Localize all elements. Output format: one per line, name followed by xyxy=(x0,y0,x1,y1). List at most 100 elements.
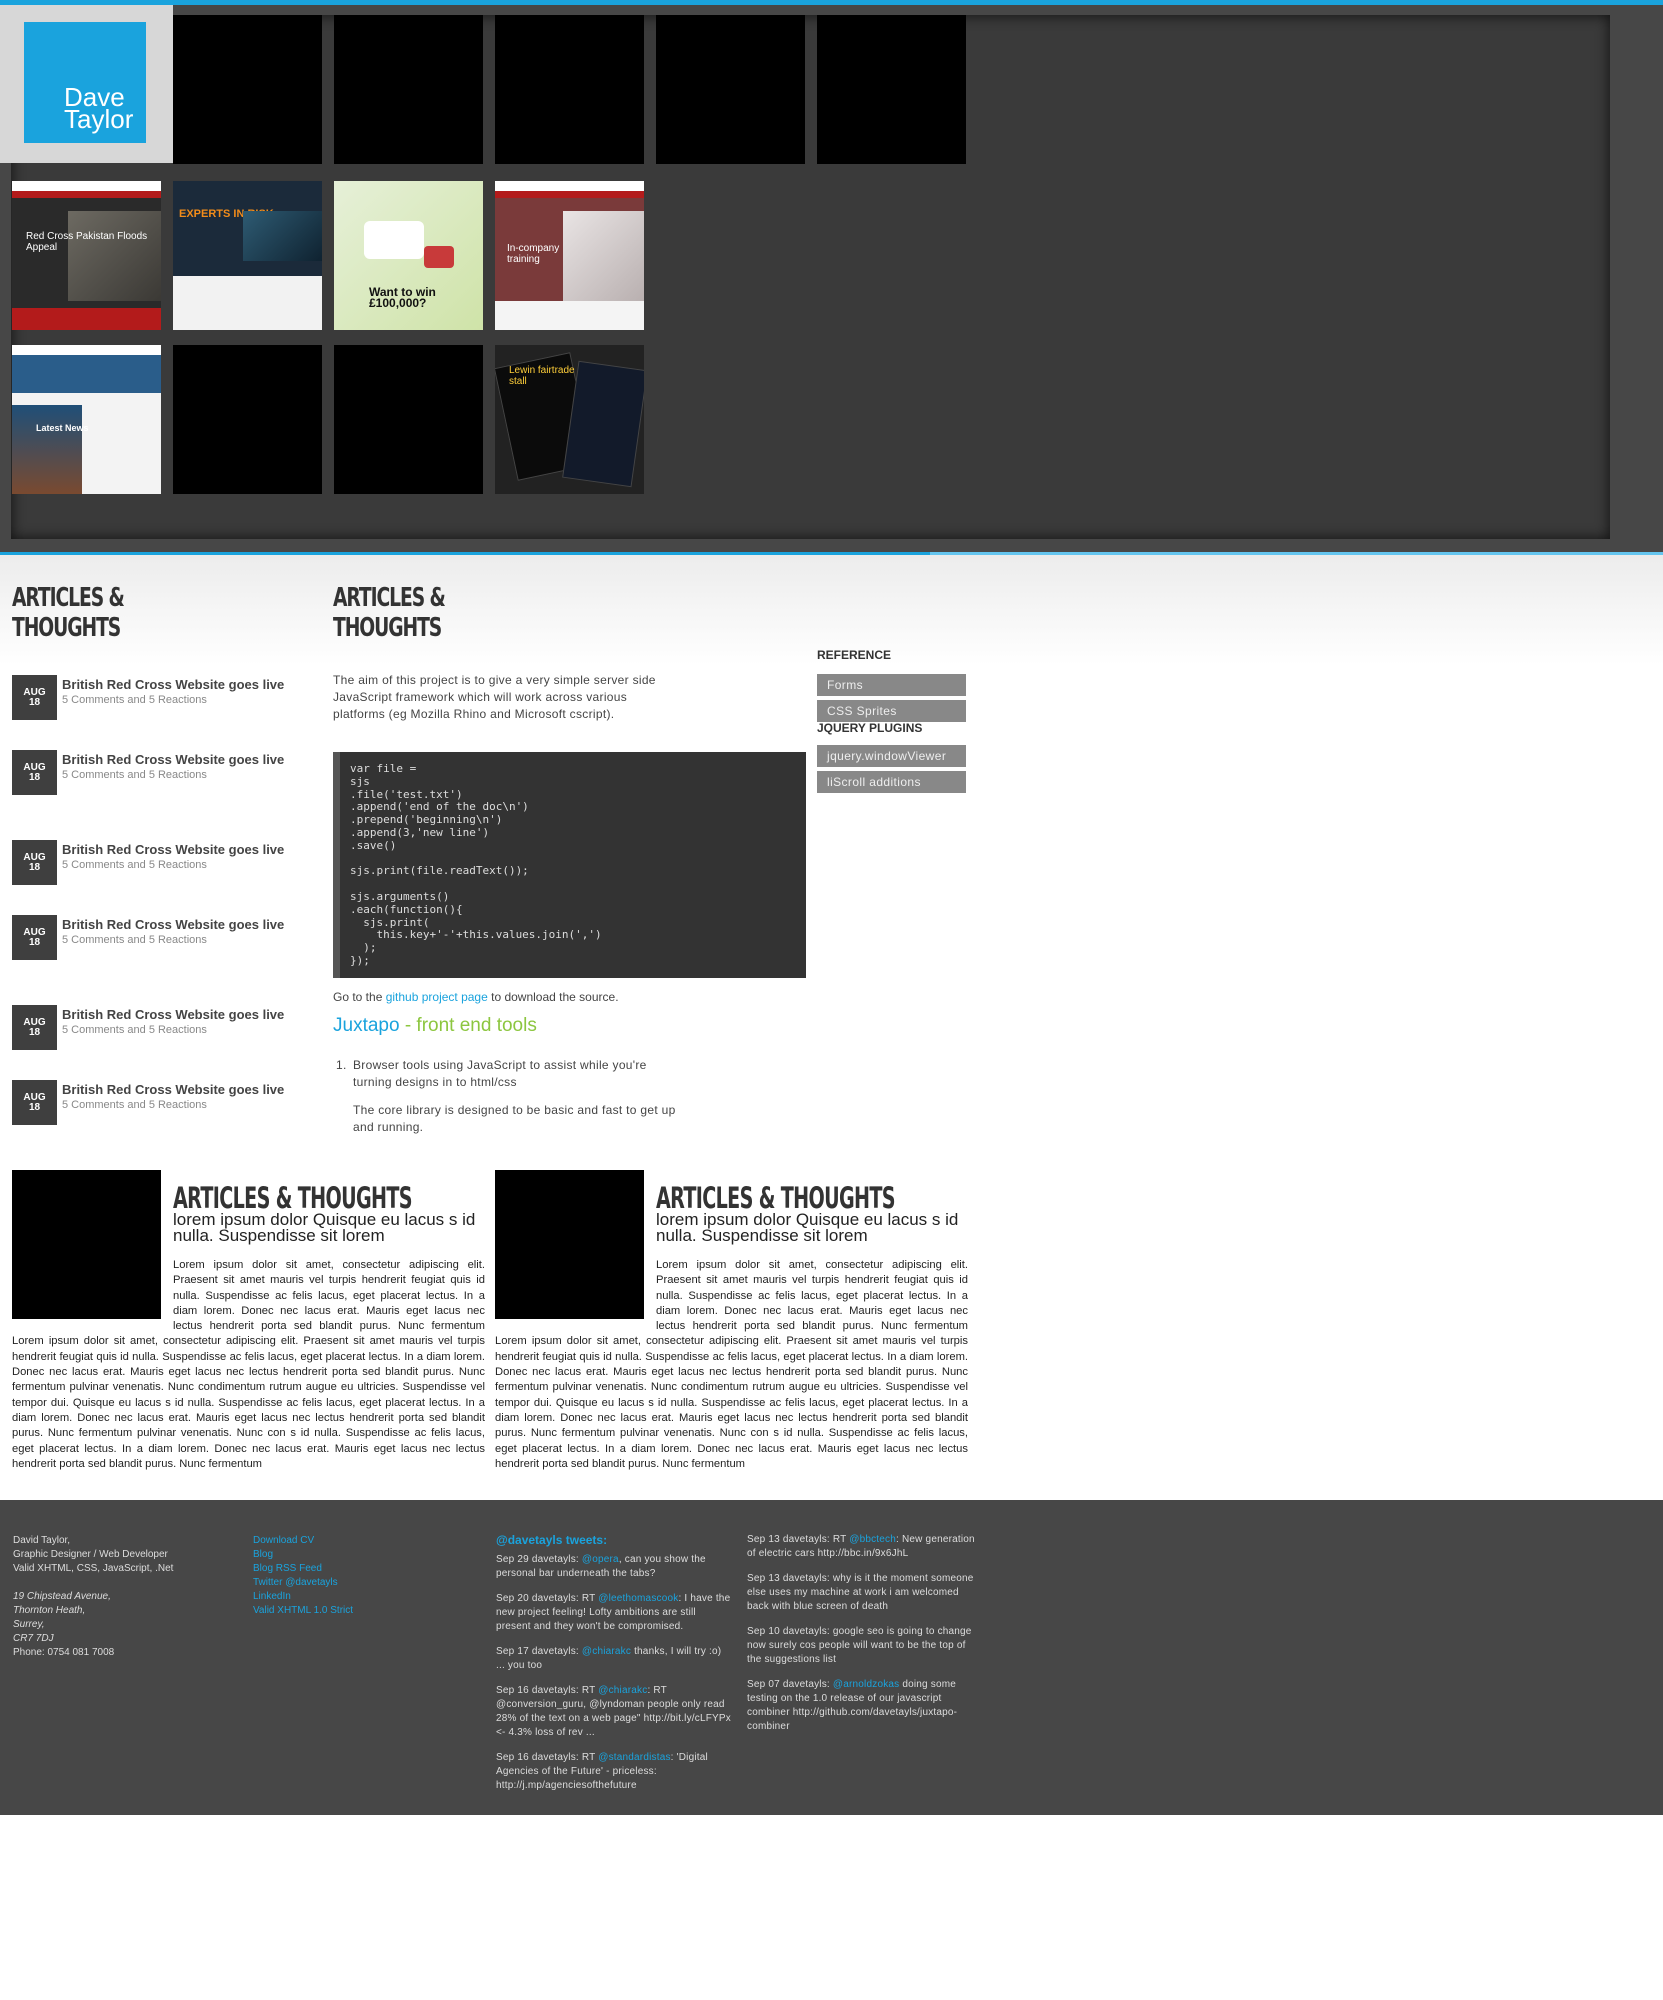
portfolio-thumb-networkrail[interactable]: Latest News xyxy=(12,345,161,494)
portfolio-tile-empty[interactable] xyxy=(173,15,322,164)
logo-cell: Dave Taylor xyxy=(0,5,173,163)
portfolio-thumb-lloyds[interactable]: EXPERTS IN RISK xyxy=(173,181,322,330)
source-text: Go to the xyxy=(333,990,386,1004)
feature-body: Lorem ipsum dolor sit amet, consectetur … xyxy=(12,1258,485,1472)
sidebar-heading-reference: REFERENCE xyxy=(817,648,892,662)
article-title[interactable]: British Red Cross Website goes live xyxy=(62,752,284,767)
sidebar-item-liscroll[interactable]: liScroll additions xyxy=(817,771,966,793)
project-heading: ARTICLES & THOUGHTS xyxy=(333,583,446,643)
sidebar-item-forms[interactable]: Forms xyxy=(817,674,966,696)
portfolio-thumb-redcross[interactable]: Red Cross Pakistan Floods Appeal xyxy=(12,181,161,330)
article-title[interactable]: British Red Cross Website goes live xyxy=(62,1082,284,1097)
float-spacer xyxy=(495,1258,656,1330)
portfolio-tile-empty[interactable] xyxy=(817,15,966,164)
article-item[interactable]: AUG 18 British Red Cross Website goes liv… xyxy=(12,750,312,796)
date-day: 18 xyxy=(28,1102,41,1113)
github-link[interactable]: github project page xyxy=(386,990,488,1004)
portfolio-tile-empty[interactable] xyxy=(334,15,483,164)
article-meta[interactable]: 5 Comments and 5 Reactions xyxy=(62,1024,207,1036)
date-badge: AUG 18 xyxy=(12,915,57,960)
link-valid-xhtml[interactable]: Valid XHTML 1.0 Strict xyxy=(253,1604,453,1618)
portfolio-tile-empty[interactable] xyxy=(656,15,805,164)
footer-contact: David Taylor, Graphic Designer / Web Dev… xyxy=(13,1534,233,1660)
feature-article: ARTICLES & THOUGHTS lorem ipsum dolor Qu… xyxy=(12,1170,485,1470)
thumb-headline: Latest News xyxy=(36,423,89,433)
tweets-column: @davetayls tweets: Sep 29 davetayls: @op… xyxy=(496,1533,732,1804)
date-day: 18 xyxy=(28,862,41,873)
tweet: Sep 16 davetayls: RT @standardistas: 'Di… xyxy=(496,1751,732,1793)
article-title[interactable]: British Red Cross Website goes live xyxy=(62,842,284,857)
tweet-prefix: Sep 29 davetayls: xyxy=(496,1554,582,1565)
tweet-mention[interactable]: @leethomascook xyxy=(598,1593,678,1604)
link-blog[interactable]: Blog xyxy=(253,1548,453,1562)
contact-skills: Valid XHTML, CSS, JavaScript, .Net xyxy=(13,1563,174,1574)
date-badge: AUG 18 xyxy=(12,750,57,795)
articles-heading: ARTICLES & THOUGHTS xyxy=(12,583,125,643)
logo[interactable]: Dave Taylor xyxy=(24,22,146,143)
thumb-watering-can xyxy=(424,246,454,268)
article-item[interactable]: AUG 18 British Red Cross Website goes liv… xyxy=(12,675,312,721)
link-twitter[interactable]: Twitter @davetayls xyxy=(253,1576,453,1590)
thumb-headline: Want to win £100,000? xyxy=(369,285,436,310)
portfolio-thumb-fairtrade[interactable]: Lewin fairtrade stall xyxy=(495,345,644,494)
portfolio-thumb-ms[interactable]: Want to win £100,000? xyxy=(334,181,483,330)
tweet-mention[interactable]: @chiarakc xyxy=(582,1646,631,1657)
tweet-mention[interactable]: @standardistas xyxy=(598,1752,670,1763)
article-title[interactable]: British Red Cross Website goes live xyxy=(62,917,284,932)
link-linkedin[interactable]: LinkedIn xyxy=(253,1590,453,1604)
address-line: Surrey, xyxy=(13,1619,45,1630)
address-line: CR7 7DJ xyxy=(13,1633,54,1644)
link-download-cv[interactable]: Download CV xyxy=(253,1534,453,1548)
portfolio-tile-empty[interactable] xyxy=(495,15,644,164)
date-day: 18 xyxy=(28,697,41,708)
tweet-mention[interactable]: @chiarakc xyxy=(598,1685,647,1696)
tweets-title[interactable]: @davetayls tweets: xyxy=(496,1533,732,1547)
portfolio-tile-empty[interactable] xyxy=(173,345,322,494)
contact-phone: Phone: 0754 081 7008 xyxy=(13,1647,115,1658)
article-title[interactable]: British Red Cross Website goes live xyxy=(62,677,284,692)
article-meta[interactable]: 5 Comments and 5 Reactions xyxy=(62,934,207,946)
sidebar-heading-plugins: JQUERY PLUGINS xyxy=(817,721,923,735)
list-number: 1. xyxy=(336,1058,347,1072)
thumb-photo xyxy=(68,211,161,301)
thumb-photo xyxy=(12,405,82,494)
article-item[interactable]: AUG 18 British Red Cross Website goes liv… xyxy=(12,840,312,886)
thumb-photo xyxy=(243,211,322,261)
portfolio-thumb-redcross-training[interactable]: In-company training xyxy=(495,181,644,330)
tweet: Sep 13 davetayls: RT @bbctech: New gener… xyxy=(747,1533,983,1561)
juxtapo-title[interactable]: Juxtapo - front end tools xyxy=(333,1015,537,1037)
link-blog-rss[interactable]: Blog RSS Feed xyxy=(253,1562,453,1576)
sidebar-item-windowviewer[interactable]: jquery.windowViewer xyxy=(817,745,966,767)
heading-line: THOUGHTS xyxy=(333,613,442,643)
article-meta[interactable]: 5 Comments and 5 Reactions xyxy=(62,694,207,706)
address-line: 19 Chipstead Avenue, xyxy=(13,1591,111,1602)
article-meta[interactable]: 5 Comments and 5 Reactions xyxy=(62,1099,207,1111)
date-day: 18 xyxy=(28,1027,41,1038)
contact-name: David Taylor, xyxy=(13,1535,71,1546)
tweet-mention[interactable]: @opera xyxy=(582,1554,619,1565)
article-item[interactable]: AUG 18 British Red Cross Website goes liv… xyxy=(12,1005,312,1051)
feature-body: Lorem ipsum dolor sit amet, consectetur … xyxy=(495,1258,968,1472)
article-title[interactable]: British Red Cross Website goes live xyxy=(62,1007,284,1022)
tweet: Sep 10 davetayls: google seo is going to… xyxy=(747,1625,983,1667)
article-meta[interactable]: 5 Comments and 5 Reactions xyxy=(62,769,207,781)
juxtapo-tagline: - front end tools xyxy=(399,1015,537,1036)
tweet: Sep 29 davetayls: @opera, can you show t… xyxy=(496,1553,732,1581)
article-meta[interactable]: 5 Comments and 5 Reactions xyxy=(62,859,207,871)
thumb-nav xyxy=(495,191,644,198)
article-item[interactable]: AUG 18 British Red Cross Website goes liv… xyxy=(12,1080,312,1126)
sidebar-item-css-sprites[interactable]: CSS Sprites xyxy=(817,700,966,722)
feature-subheading: lorem ipsum dolor Quisque eu lacus s id … xyxy=(656,1210,959,1245)
sidebar: REFERENCE Forms CSS Sprites JQUERY PLUGI… xyxy=(817,648,966,797)
tweet-prefix: Sep 10 davetayls: xyxy=(747,1626,833,1637)
tweet-mention[interactable]: @bbctech xyxy=(849,1534,896,1545)
thumb-footer xyxy=(12,308,161,330)
portfolio-tile-empty[interactable] xyxy=(334,345,483,494)
tweet-mention[interactable]: @arnoldzokas xyxy=(833,1679,899,1690)
article-item[interactable]: AUG 18 British Red Cross Website goes liv… xyxy=(12,915,312,961)
source-text: to download the source. xyxy=(487,990,619,1004)
code-block: var file = sjs .file('test.txt') .append… xyxy=(333,752,806,978)
thumb-sign xyxy=(364,221,424,259)
tweet-prefix: Sep 17 davetayls: xyxy=(496,1646,582,1657)
tweet: Sep 17 davetayls: @chiarakc thanks, I wi… xyxy=(496,1645,732,1673)
